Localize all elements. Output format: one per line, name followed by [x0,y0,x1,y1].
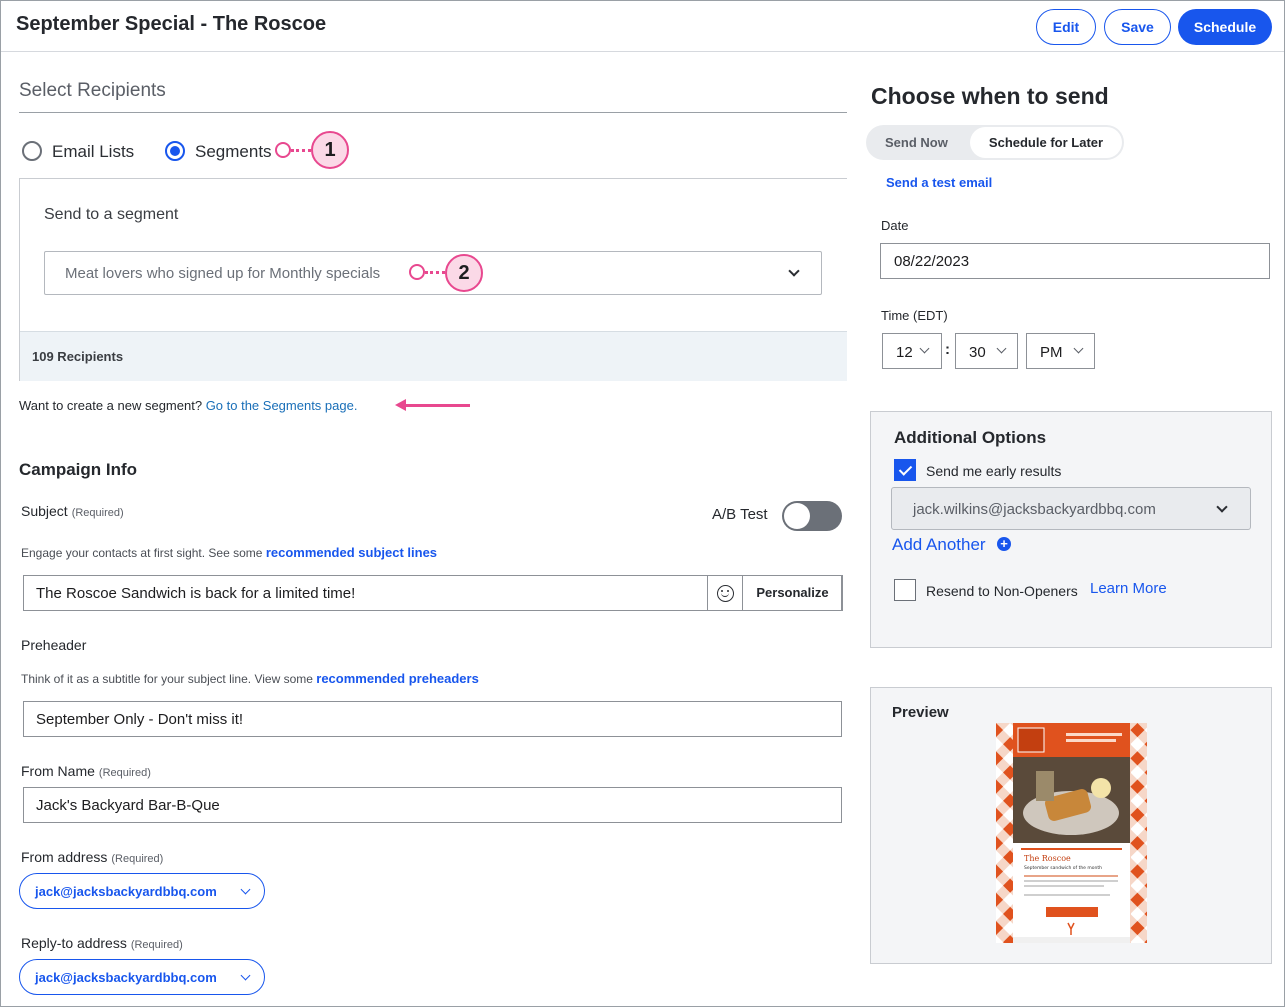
new-segment-prompt: Want to create a new segment? Go to the … [19,398,357,413]
learn-more-link[interactable]: Learn More [1090,580,1167,597]
from-name-label: From Name (Required) [21,763,151,779]
chevron-down-icon [240,884,251,895]
email-preview-thumbnail[interactable]: The Roscoe September sandwich of the mon… [996,723,1147,943]
additional-options-heading: Additional Options [894,428,1047,447]
reply-to-label: Reply-to address (Required) [21,935,183,951]
from-name-input-value: Jack's Backyard Bar-B-Que [36,797,220,814]
preview-heading: Preview [892,704,949,721]
radio-segments-label[interactable]: Segments [195,142,272,162]
preview-thumb-title: The Roscoe [1024,854,1071,863]
hour-value: 12 [896,344,913,361]
early-results-email-value: jack.wilkins@jacksbackyardbbq.com [913,501,1156,518]
save-button[interactable]: Save [1104,9,1171,45]
from-name-input[interactable]: Jack's Backyard Bar-B-Que [23,787,842,823]
time-separator: : [945,341,950,358]
preheader-input[interactable]: September Only - Don't miss it! [23,701,842,737]
callout-badge-1: 1 [311,131,349,169]
personalize-button[interactable]: Personalize [742,575,843,611]
subject-label: Subject (Required) [21,503,124,519]
from-address-label: From address (Required) [21,849,164,865]
ampm-select[interactable]: PM [1026,333,1095,369]
ab-test-toggle[interactable] [782,501,842,531]
segment-panel: Send to a segment Meat lovers who signed… [19,178,847,381]
send-now-option[interactable]: Send Now [885,135,948,150]
date-input[interactable]: 08/22/2023 [880,243,1270,279]
recommended-subject-lines-link[interactable]: recommended subject lines [266,545,437,560]
recipient-count-bar: 109 Recipients [20,331,847,381]
emoji-button[interactable] [707,575,743,611]
chevron-down-icon [240,970,251,981]
from-address-dropdown[interactable]: jack@jacksbackyardbbq.com [19,873,265,909]
subject-input-value: The Roscoe Sandwich is back for a limite… [36,585,356,602]
chevron-down-icon [919,343,930,354]
ampm-value: PM [1040,344,1063,361]
chevron-down-icon [1073,343,1084,354]
hour-select[interactable]: 12 [882,333,942,369]
callout-connector [291,149,311,152]
section-heading-recipients: Select Recipients [19,80,166,101]
early-results-checkbox[interactable] [894,459,916,481]
section-heading-campaign: Campaign Info [19,460,138,479]
toggle-knob [784,503,810,529]
date-label: Date [881,218,909,233]
minute-select[interactable]: 30 [955,333,1018,369]
minute-value: 30 [969,344,986,361]
radio-email-lists-label[interactable]: Email Lists [52,142,134,162]
segment-dropdown-value: Meat lovers who signed up for Monthly sp… [65,265,381,282]
plus-circle-icon[interactable]: + [997,537,1011,551]
recipient-count: 109 Recipients [32,349,124,364]
segments-page-link[interactable]: Go to the Segments page. [206,398,358,413]
reply-to-dropdown[interactable]: jack@jacksbackyardbbq.com [19,959,265,995]
early-results-label: Send me early results [926,463,1062,479]
chevron-down-icon [788,265,800,277]
chevron-down-icon [1216,501,1228,513]
early-results-email-dropdown[interactable]: jack.wilkins@jacksbackyardbbq.com [891,487,1251,530]
send-test-email-link[interactable]: Send a test email [886,175,992,190]
radio-email-lists[interactable] [22,141,42,161]
callout-connector [425,271,445,274]
page-title: September Special - The Roscoe [16,13,327,35]
resend-checkbox[interactable] [894,579,916,601]
emoji-icon [717,585,734,602]
segment-panel-title: Send to a segment [44,206,179,223]
additional-options-panel: Additional Options Send me early results… [870,411,1272,648]
schedule-button[interactable]: Schedule [1178,9,1272,45]
date-value: 08/22/2023 [894,253,970,270]
send-mode-switch: Send Now Schedule for Later [866,125,1124,160]
radio-segments[interactable] [165,141,185,161]
ab-test-label: A/B Test [712,506,768,523]
arrow-left-icon [395,399,406,411]
schedule-heading: Choose when to send [871,83,1109,109]
edit-button[interactable]: Edit [1036,9,1096,45]
preheader-input-value: September Only - Don't miss it! [36,711,244,728]
divider [19,112,847,113]
preview-thumb-subtitle: September sandwich of the month [1024,865,1102,871]
header-bar: September Special - The Roscoe Edit Save… [1,1,1284,52]
preheader-hint: Think of it as a subtitle for your subje… [21,671,479,686]
preheader-label: Preheader [21,637,87,653]
callout-badge-2: 2 [445,254,483,292]
subject-hint: Engage your contacts at first sight. See… [21,545,438,560]
schedule-later-option[interactable]: Schedule for Later [970,127,1122,158]
new-segment-text: Want to create a new segment? [19,398,203,413]
recommended-preheaders-link[interactable]: recommended preheaders [316,671,479,686]
preview-panel: Preview The Roscoe September sandwich of… [870,687,1272,964]
chevron-down-icon [996,343,1007,354]
reply-to-value: jack@jacksbackyardbbq.com [35,970,217,985]
callout-marker [275,142,291,158]
time-label: Time (EDT) [881,308,948,323]
subject-input[interactable]: The Roscoe Sandwich is back for a limite… [23,575,843,611]
pointer-arrow [404,404,470,407]
callout-marker [409,264,425,280]
add-another-link[interactable]: Add Another [892,535,986,555]
from-address-value: jack@jacksbackyardbbq.com [35,884,217,899]
resend-label: Resend to Non-Openers [926,583,1078,599]
